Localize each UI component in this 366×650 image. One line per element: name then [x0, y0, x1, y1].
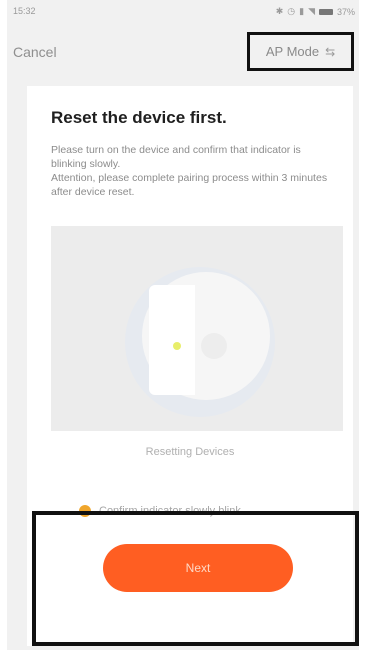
wifi-icon: ◥ [308, 6, 315, 16]
battery-percent: 37% [336, 6, 355, 17]
confirm-indicator-checkbox[interactable]: Confirm indicator slowly blink [79, 505, 241, 517]
reset-instructions-card: Reset the device first. Please turn on t… [27, 86, 353, 646]
signal-icon: ▮ [299, 6, 305, 16]
swap-icon: ⇆ [325, 44, 336, 59]
description-text: Please turn on the device and confirm th… [51, 144, 328, 198]
page-title: Reset the device first. [51, 108, 227, 127]
alarm-icon: ◷ [287, 6, 296, 16]
phone-screen: 15:32 ✱ ◷ ▮ ◥ 37% Cancel Reset the devic… [7, 0, 359, 650]
checkbox-icon [79, 505, 91, 517]
next-button[interactable]: Next [103, 544, 293, 592]
ap-mode-label: AP Mode [265, 44, 320, 59]
battery-icon [318, 8, 333, 15]
cancel-button[interactable]: Cancel [13, 44, 57, 60]
status-time: 15:32 [13, 6, 36, 16]
illustration-caption: Resetting Devices [145, 446, 235, 458]
reset-description: Please turn on the device and confirm th… [51, 143, 331, 199]
smart-plug-face [149, 285, 195, 395]
status-bar: 15:32 ✱ ◷ ▮ ◥ 37% [7, 0, 359, 22]
confirm-indicator-label: Confirm indicator slowly blink [99, 505, 241, 517]
indicator-light-icon [173, 342, 181, 350]
device-illustration [51, 226, 343, 431]
bluetooth-icon: ✱ [275, 6, 284, 16]
status-icons: ✱ ◷ ▮ ◥ 37% [276, 6, 355, 17]
plug-button-icon [201, 333, 227, 359]
ap-mode-button[interactable]: AP Mode ⇆ [247, 32, 354, 71]
